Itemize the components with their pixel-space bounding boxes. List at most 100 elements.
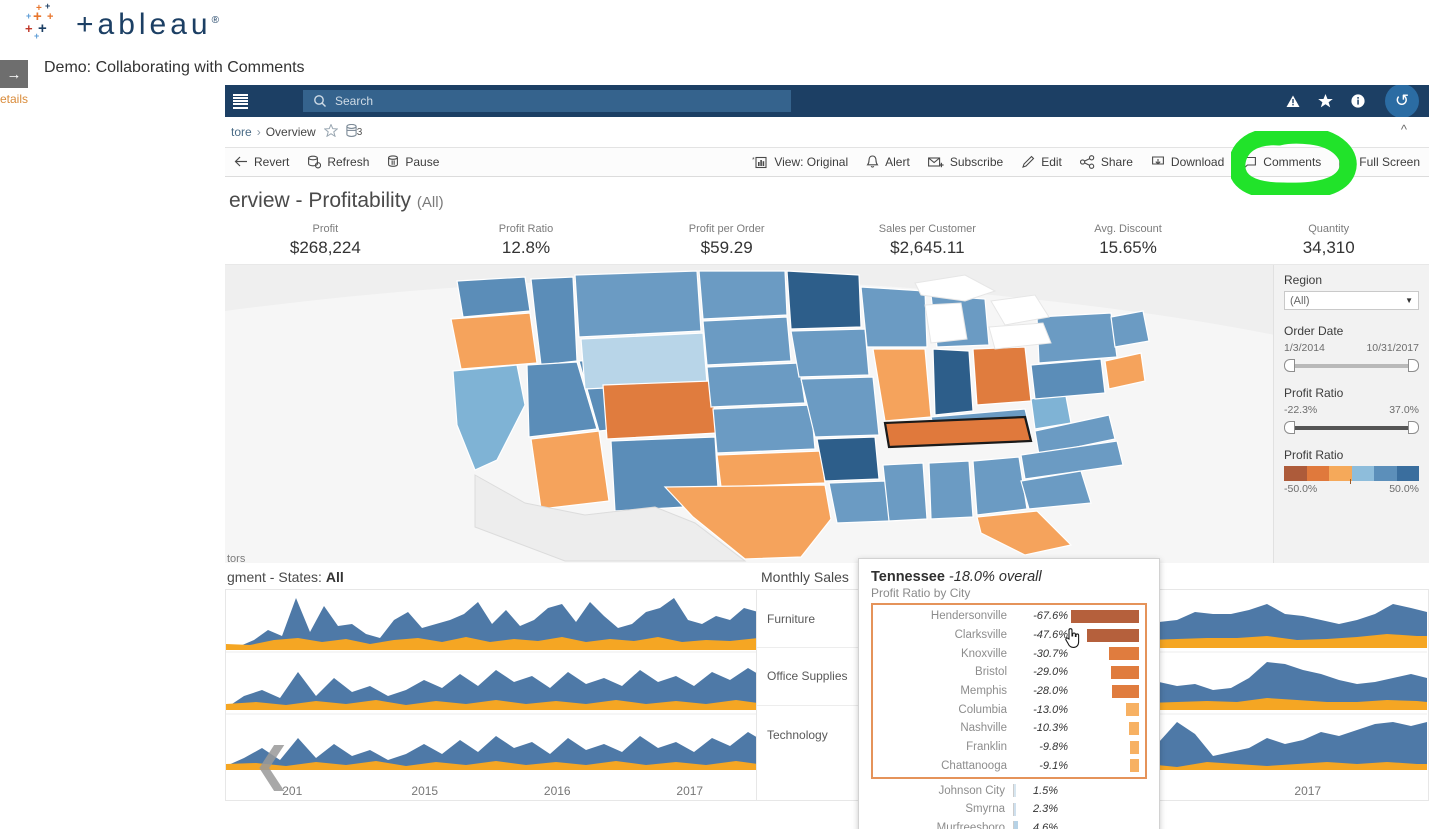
axis-year: 2017 xyxy=(676,784,704,798)
pointing-hand-cursor xyxy=(1065,628,1080,648)
grid-menu-icon[interactable] xyxy=(225,85,255,117)
bottom-grid: 201 2015 2016 2017 ❮ Furniture Office Su… xyxy=(225,589,1429,801)
tooltip-value: 2.3% xyxy=(1033,803,1059,816)
toolbar-fullscreen-button[interactable]: Full Screen xyxy=(1330,155,1429,169)
legend-tick xyxy=(1350,479,1352,484)
toolbar-refresh-button[interactable]: Refresh xyxy=(298,148,378,176)
slider-knob-left[interactable] xyxy=(1284,421,1295,434)
axis-year: 2015 xyxy=(411,784,439,798)
page-title: erview - Profitability (All) xyxy=(225,177,1429,213)
star-icon[interactable] xyxy=(1318,94,1333,108)
tableau-mark-icon: + + + + + + + + xyxy=(25,1,54,41)
datasource-count: 3 xyxy=(356,126,363,138)
order-date-min: 1/3/2014 xyxy=(1284,342,1325,354)
toolbar-revert-button[interactable]: Revert xyxy=(225,148,298,176)
toolbar-download-button[interactable]: Download xyxy=(1142,155,1233,169)
slider-knob-right[interactable] xyxy=(1408,421,1419,434)
search-icon xyxy=(313,94,327,108)
tooltip-row: Memphis -28.0% xyxy=(873,682,1145,701)
prev-page-button[interactable]: ❮ xyxy=(244,736,300,792)
toolbar-view-button[interactable]: * View: Original xyxy=(743,155,857,169)
tooltip-value: -10.3% xyxy=(1033,722,1068,735)
tooltip-bar xyxy=(1087,628,1139,642)
legend-swatch xyxy=(1329,466,1352,481)
download-icon xyxy=(1151,155,1165,169)
tooltip-bar xyxy=(1014,821,1018,829)
expand-arrow-button[interactable]: → xyxy=(0,60,28,88)
bell-icon xyxy=(866,155,879,169)
slider-knob-left[interactable] xyxy=(1284,359,1295,372)
tooltip-value: -28.0% xyxy=(1033,685,1068,698)
profit-ratio-slider[interactable] xyxy=(1284,420,1419,434)
info-icon[interactable] xyxy=(1351,94,1365,108)
tooltip-highlight-box: Hendersonville -67.6% Clarksville -47.6%… xyxy=(871,603,1147,780)
toolbar-edit-button[interactable]: Edit xyxy=(1012,155,1071,169)
kpi-label: Avg. Discount xyxy=(1094,223,1162,235)
tooltip-positive-rows: Johnson City 1.5% Smyrna 2.3% Murfreesbo… xyxy=(871,779,1147,829)
us-choropleth-map[interactable] xyxy=(225,265,1275,563)
toolbar-fullscreen-label: Full Screen xyxy=(1359,155,1420,169)
user-avatar[interactable]: ↺ xyxy=(1385,85,1419,118)
toolbar-comments-button[interactable]: Comments xyxy=(1233,155,1330,169)
view-toolbar: Revert Refresh Pause * View: Original Al… xyxy=(225,147,1429,177)
tooltip-row: Clarksville -47.6% xyxy=(873,626,1145,645)
map-panel[interactable]: tors Region (All) ▼ Order Date 1/3/2014 xyxy=(225,265,1429,563)
toolbar-subscribe-button[interactable]: Subscribe xyxy=(919,155,1012,169)
segment-title-value: All xyxy=(325,569,344,585)
chevron-up-icon[interactable]: ^ xyxy=(1401,122,1407,137)
kpi-value: 15.65% xyxy=(1099,238,1157,257)
breadcrumb-parent[interactable]: tore xyxy=(231,125,252,139)
tooltip-city: Knoxville xyxy=(960,647,1007,660)
region-dropdown[interactable]: (All) ▼ xyxy=(1284,291,1419,310)
arrow-right-icon: → xyxy=(6,65,22,83)
order-date-max: 10/31/2017 xyxy=(1366,342,1419,354)
datasource-icon[interactable] xyxy=(346,123,357,140)
legend-title: Profit Ratio xyxy=(1284,448,1344,462)
toolbar-pause-button[interactable]: Pause xyxy=(378,148,448,176)
tooltip-city: Smyrna xyxy=(965,803,1005,816)
tooltip-bar xyxy=(1130,759,1139,773)
profit-ratio-max: 37.0% xyxy=(1389,404,1419,416)
filters-panel: Region (All) ▼ Order Date 1/3/2014 10/31… xyxy=(1273,265,1429,563)
tooltip-bar xyxy=(1111,665,1139,679)
alert-triangle-icon[interactable] xyxy=(1286,95,1300,108)
color-legend xyxy=(1284,466,1419,484)
left-axis-years: 201 2015 2016 2017 xyxy=(226,780,756,798)
kpi-quantity: Quantity 34,310 xyxy=(1228,223,1429,258)
tooltip-bar xyxy=(1014,802,1016,816)
tooltip-value: -9.1% xyxy=(1039,759,1068,772)
tooltip-overall: -18.0% overall xyxy=(948,569,1042,585)
favorite-star-icon[interactable] xyxy=(323,123,339,140)
filter-region-title: Region xyxy=(1284,273,1323,287)
refresh-data-icon xyxy=(307,155,322,169)
toolbar-alert-button[interactable]: Alert xyxy=(857,155,919,169)
details-link[interactable]: etails xyxy=(0,92,28,106)
toolbar-share-button[interactable]: Share xyxy=(1071,155,1142,169)
tooltip-value: -29.0% xyxy=(1033,666,1068,679)
segment-area-chart[interactable]: 201 2015 2016 2017 ❮ xyxy=(225,589,757,801)
filter-profit-ratio-title: Profit Ratio xyxy=(1284,386,1344,400)
tooltip-city: Bristol xyxy=(975,666,1007,679)
tooltip-value: -30.7% xyxy=(1033,647,1068,660)
axis-year: 2017 xyxy=(1294,784,1322,798)
tooltip-row: Murfreesboro 4.6% xyxy=(871,819,1147,829)
segment-area-svg xyxy=(226,598,756,770)
segment-chart-title: gment - States: All xyxy=(227,569,344,585)
kpi-label: Sales per Customer xyxy=(878,223,976,235)
breadcrumb: tore › Overview 3 ^ xyxy=(225,117,1429,147)
order-date-slider[interactable] xyxy=(1284,358,1419,372)
bottom-section: gment - States: All Monthly Sales 201 20… xyxy=(225,563,1429,809)
tooltip-bar xyxy=(1071,609,1139,623)
tooltip-heading: Tennessee -18.0% overall xyxy=(871,569,1147,585)
search-input[interactable]: Search xyxy=(303,90,791,112)
kpi-value: $59.29 xyxy=(700,238,753,257)
kpi-sales-per-customer: Sales per Customer $2,645.11 xyxy=(827,223,1028,258)
monthly-sales-title: Monthly Sales xyxy=(761,569,849,585)
kpi-value: $2,645.11 xyxy=(890,238,965,257)
breadcrumb-current[interactable]: Overview xyxy=(266,125,316,139)
tooltip-value: 4.6% xyxy=(1033,821,1059,829)
map-state-tennessee-selected xyxy=(883,415,1033,449)
slider-knob-right[interactable] xyxy=(1408,359,1419,372)
kpi-avg-discount: Avg. Discount 15.65% xyxy=(1028,223,1229,258)
segment-title-prefix: gment - States: xyxy=(227,569,322,585)
